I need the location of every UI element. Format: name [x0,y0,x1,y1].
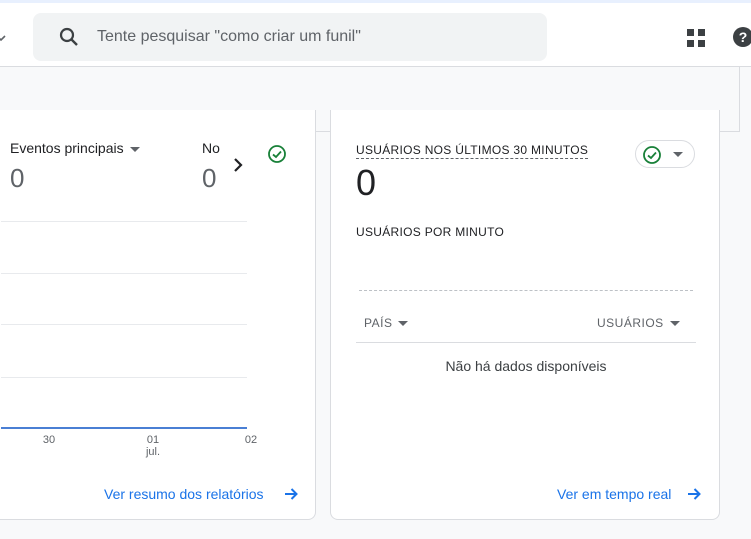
metric-selector-key-events[interactable]: Eventos principais [10,140,140,156]
caret-down-icon [673,152,683,157]
caret-down-icon [129,146,140,152]
check-circle-icon [268,145,286,163]
help-icon[interactable]: ? [731,25,751,49]
metric-value: 0 [10,163,25,193]
svg-text:?: ? [739,29,748,45]
metric-selector-new[interactable]: No [202,140,220,156]
column-header-country[interactable]: PAÍS [364,316,409,330]
search-icon[interactable] [57,25,81,49]
metric-value: 0 [202,163,217,193]
chart-gridline [1,324,247,325]
metric-label: No [202,140,220,156]
search-input[interactable] [97,13,537,61]
caret-down-icon [669,321,680,327]
x-tick-label: 02 [244,434,258,446]
view-realtime-link[interactable]: Ver em tempo real [557,486,671,502]
realtime-users-value: 0 [356,162,377,203]
x-tick-label: 01 jul. [145,434,161,458]
data-status-badge[interactable] [263,140,291,168]
chart-gridline [1,221,247,222]
column-header-users[interactable]: USUÁRIOS [597,316,680,330]
reports-summary-card: Eventos principais 0 No 0 30 01 jul. 02 V… [0,110,316,520]
data-status-dropdown[interactable] [635,140,695,168]
chart-gridline [1,273,247,274]
arrow-right-icon[interactable] [686,486,702,502]
apps-grid-icon[interactable] [684,26,708,50]
caret-down-icon [398,321,409,327]
x-tick-label: 30 [42,434,56,446]
chart-gridline [1,377,247,378]
arrow-right-icon[interactable] [283,486,299,502]
chevron-down-icon[interactable] [0,33,6,43]
table-divider [356,342,696,343]
users-per-minute-label: USUÁRIOS POR MINUTO [356,225,505,239]
top-app-bar: ? [0,0,751,67]
view-reports-summary-link[interactable]: Ver resumo dos relatórios [104,486,264,502]
metric-label: Eventos principais [10,140,124,156]
chart-series-line [1,427,247,429]
empty-state-text: Não há dados disponíveis [445,358,607,374]
realtime-title[interactable]: USUÁRIOS NOS ÚLTIMOS 30 MINUTOS [356,143,589,159]
realtime-card: USUÁRIOS NOS ÚLTIMOS 30 MINUTOS 0 USUÁRI… [330,110,720,520]
chart-baseline [359,290,693,291]
chevron-right-icon[interactable] [231,158,245,172]
check-circle-icon [643,146,661,164]
search-bar[interactable] [33,13,547,61]
